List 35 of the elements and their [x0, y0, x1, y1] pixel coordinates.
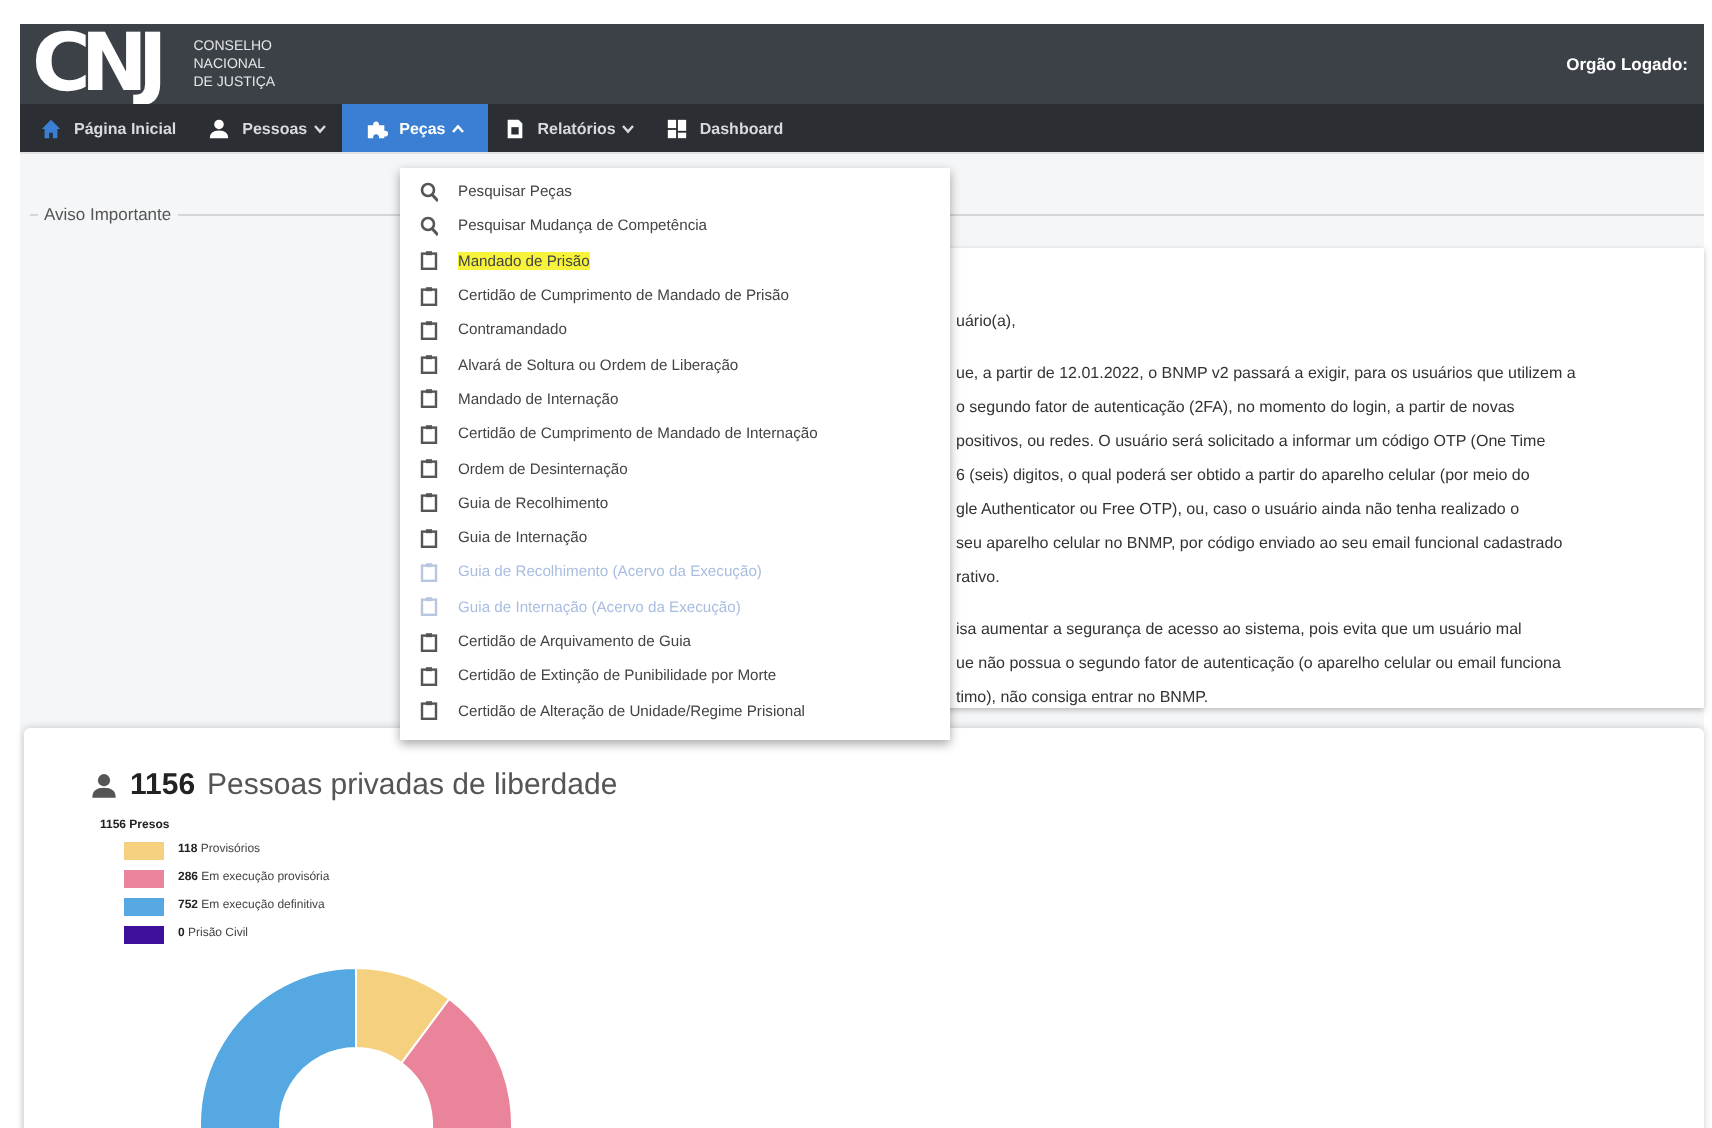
nav-menu-item[interactable]: Página Inicial: [24, 104, 193, 152]
search-icon: [420, 181, 438, 202]
card-title: Pessoas privadas de liberdade: [207, 768, 618, 802]
section-legend: Aviso Importante: [38, 204, 178, 224]
notice-paragraph: uário(a),: [956, 310, 1018, 334]
clipboard-icon: [420, 423, 438, 444]
cnj-logo: CNJ: [32, 24, 161, 104]
notice-paragraph: ue, a partir de 12.01.2022, o BNMP v2 passará a exigir, para os usuários que utilizem a o segundo fator de autenticação (2FA), no momento do login, a partir de novas positivos, ou redes. O usuário será solicitado a informar um código OTP (One Time 6 (seis) digitos, o qual poderá ser obtido a partir do aparelho celular (por meio do gle Authenticator ou Free OTP), ou, caso o usuário ainda não tenha realizado o seu aparelho celular no BNMP, por código enviado ao seu email funcional cadastrado rativo.: [956, 362, 1578, 590]
clipboard-icon: [420, 458, 438, 479]
grid-icon: [665, 117, 688, 139]
nav-menu-item[interactable]: Dashboard: [649, 104, 800, 152]
search-icon: [420, 215, 438, 236]
logged-organ-label: Orgão Logado:: [1566, 54, 1688, 74]
clipboard-icon: [420, 700, 438, 721]
nav-menu-item[interactable]: Pessoas: [192, 104, 342, 152]
clipboard-icon: [420, 319, 438, 340]
clipboard-icon: [420, 631, 438, 651]
nav-menu-item[interactable]: Peças: [341, 104, 488, 152]
clipboard-icon: [420, 596, 438, 617]
clipboard-icon: [420, 354, 438, 375]
person-icon: [90, 771, 118, 799]
people-count: 1156: [130, 768, 196, 802]
clipboard-icon: [420, 285, 438, 306]
clipboard-icon: [420, 665, 438, 686]
nav-menu-item[interactable]: Relatórios: [487, 104, 650, 152]
clipboard-icon: [420, 250, 438, 271]
notice-paragraph: isa aumentar a segurança de acesso ao sistema, pois evita que um usuário mal ue não possua o segundo fator de autenticação (o aparelho celular ou email funciona timo), não consiga entrar no BNMP.: [956, 618, 1563, 708]
clipboard-icon: [420, 527, 438, 548]
clipboard-icon: [420, 492, 438, 513]
clipboard-icon: [420, 561, 438, 582]
clipboard-icon: [420, 388, 438, 409]
person-icon: [208, 117, 231, 139]
home-icon: [40, 117, 62, 139]
puzzle-icon: [365, 117, 388, 139]
document-icon: [503, 117, 526, 139]
